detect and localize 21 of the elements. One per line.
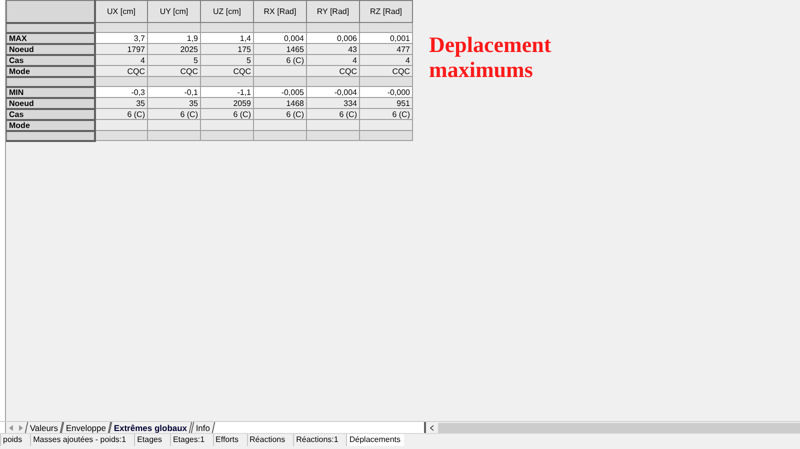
sheet-tab[interactable]: Extrêmes globaux	[109, 422, 193, 433]
column-header: RX [Rad]	[254, 0, 306, 22]
column-header: UY [cm]	[148, 0, 200, 22]
status-item[interactable]: Réactions:1	[293, 434, 340, 446]
sheet-tab[interactable]: Info	[190, 422, 215, 433]
status-item[interactable]: Réactions	[246, 434, 288, 446]
horizontal-scrollbar[interactable]	[438, 422, 800, 432]
status-item[interactable]: Etages:1	[170, 434, 207, 446]
sheet-tab[interactable]: Valeurs	[24, 422, 64, 433]
scroll-left-icon[interactable]	[430, 424, 434, 430]
column-header: RZ [Rad]	[360, 0, 412, 22]
status-item[interactable]: Efforts	[212, 434, 241, 446]
status-item[interactable]: Déplacements	[346, 434, 404, 446]
sheet-tab[interactable]: Enveloppe	[61, 422, 112, 433]
column-header: UZ [cm]	[200, 0, 254, 22]
status-item[interactable]: poids	[0, 434, 24, 446]
status-item[interactable]: Masses ajoutées - poids:1	[30, 434, 128, 446]
column-header: RY [Rad]	[306, 0, 360, 22]
column-header: UX [cm]	[94, 0, 148, 22]
status-item[interactable]: Etages	[134, 434, 164, 446]
annotation-text: Deplacement maximums	[429, 32, 552, 82]
